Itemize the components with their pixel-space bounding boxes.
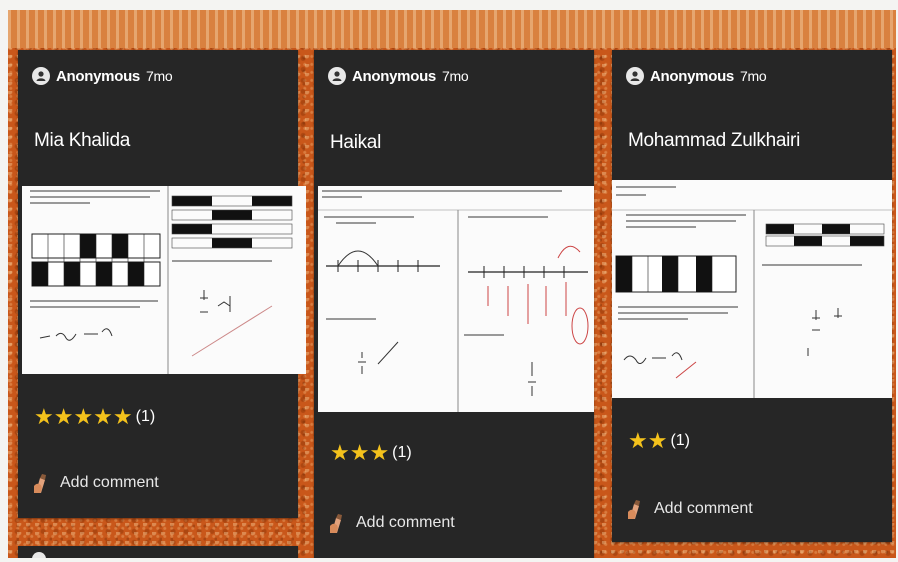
post-header: Anonymous 7mo (314, 50, 594, 104)
anonymous-avatar-icon (32, 552, 46, 558)
post-rating[interactable]: ★★ (1) (628, 430, 690, 452)
post-header: Anonymous 7mo (612, 50, 892, 104)
post-author: Anonymous 7mo (56, 68, 173, 85)
add-comment-button[interactable]: Add comment (328, 512, 455, 534)
post-attachment-image[interactable] (318, 186, 594, 412)
post-header: Anonymous 7mo (18, 50, 298, 104)
post-time: 7mo (739, 68, 767, 84)
post-rating[interactable]: ★★★ (1) (330, 442, 412, 464)
rating-count: (1) (670, 432, 691, 449)
add-comment-label: Add comment (654, 500, 753, 517)
anonymous-avatar-icon (626, 67, 644, 85)
rating-count: (1) (135, 408, 156, 425)
board-header-strip (8, 10, 896, 48)
rating-stars[interactable]: ★★★★★ (34, 406, 133, 428)
post-attachment-image[interactable] (22, 186, 306, 374)
rating-stars[interactable]: ★★★ (330, 442, 389, 464)
anonymous-avatar-icon (328, 67, 346, 85)
post-card[interactable]: Anonymous 7mo Mohammad Zulkhairi ★★ (1) … (612, 50, 892, 542)
post-rating[interactable]: ★★★★★ (1) (34, 406, 155, 428)
rating-count: (1) (392, 444, 412, 461)
pencil-hand-icon (330, 514, 342, 533)
post-title: Mohammad Zulkhairi (628, 130, 800, 151)
post-card-partial[interactable] (18, 546, 298, 558)
padlet-board: Anonymous 7mo Mia Khalida ★★★★★ (1) Add … (8, 10, 896, 558)
post-attachment-image[interactable] (612, 180, 892, 398)
post-time: 7mo (441, 68, 469, 84)
pencil-hand-icon (628, 500, 640, 519)
add-comment-label: Add comment (60, 474, 159, 491)
post-time: 7mo (145, 68, 173, 84)
anonymous-avatar-icon (32, 67, 50, 85)
pencil-hand-icon (34, 474, 46, 493)
post-card[interactable]: Anonymous 7mo Haikal ★★★ (1) Add comment (314, 50, 594, 558)
post-card[interactable]: Anonymous 7mo Mia Khalida ★★★★★ (1) Add … (18, 50, 306, 518)
post-author: Anonymous 7mo (352, 68, 469, 85)
post-title: Mia Khalida (34, 130, 130, 151)
add-comment-button[interactable]: Add comment (626, 498, 753, 520)
post-author: Anonymous 7mo (650, 68, 767, 85)
add-comment-label: Add comment (356, 514, 455, 531)
post-title: Haikal (330, 132, 381, 153)
rating-stars[interactable]: ★★ (628, 430, 667, 452)
add-comment-button[interactable]: Add comment (32, 472, 159, 494)
